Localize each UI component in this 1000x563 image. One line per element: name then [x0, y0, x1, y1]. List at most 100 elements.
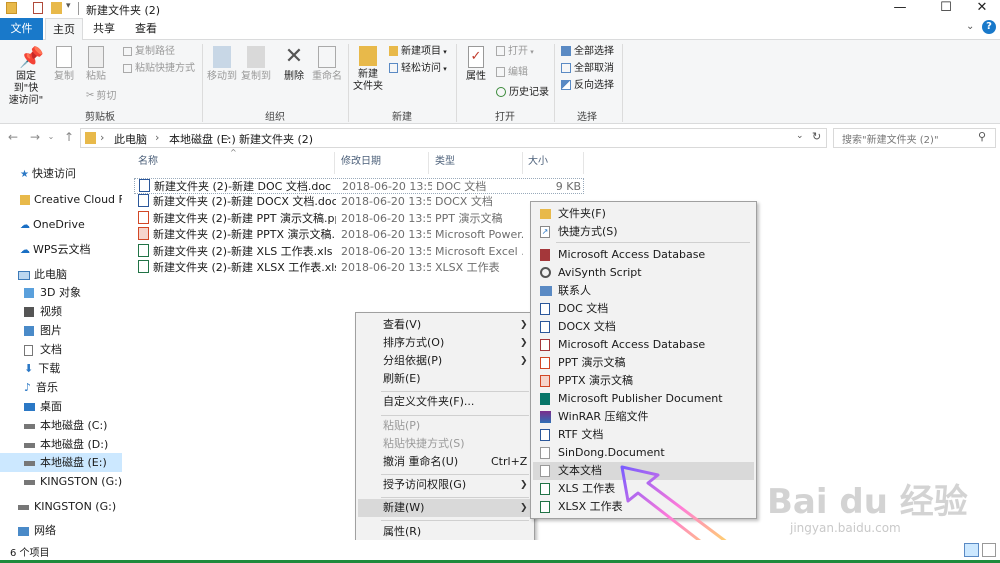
table-row[interactable]: 新建文件夹 (2)-新建 PPT 演示文稿.ppt 2018-06-20 13:…	[134, 211, 584, 227]
tab-view[interactable]: 查看	[126, 18, 166, 40]
new-menu-item-ppt[interactable]: PPT 演示文稿	[533, 354, 754, 372]
sidebar-item-drive-d[interactable]: 本地磁盘 (D:)	[0, 435, 122, 454]
pin-quick-access-button[interactable]: 📌 固定到"快 速访问"	[4, 46, 48, 107]
drive-icon	[24, 423, 35, 429]
large-icons-view-icon[interactable]	[982, 543, 996, 557]
breadcrumb-current-folder[interactable]: 新建文件夹 (2)	[239, 131, 313, 147]
sidebar-item-music[interactable]: ♪ 音乐	[0, 378, 122, 397]
sidebar-item-onedrive[interactable]: ☁ OneDrive	[0, 215, 122, 234]
edit-button[interactable]: 编辑	[496, 67, 528, 79]
menu-item-customize-folder[interactable]: 自定义文件夹(F)...	[358, 393, 532, 411]
refresh-icon[interactable]: ↻	[812, 130, 821, 143]
sidebar-item-desktop[interactable]: 桌面	[0, 397, 122, 416]
easy-access-button[interactable]: 轻松访问 ▾	[389, 63, 447, 75]
column-header-name[interactable]: 名称	[134, 152, 335, 174]
sidebar-item-network[interactable]: 网络	[0, 521, 122, 540]
sidebar-item-creative-cloud[interactable]: Creative Cloud Files	[0, 190, 122, 209]
menu-item-group[interactable]: 分组依据(P) ❯	[358, 352, 532, 370]
maximize-button[interactable]: ☐	[928, 0, 964, 17]
paste-shortcut-button[interactable]: 粘贴快捷方式	[123, 63, 195, 75]
menu-item-undo-rename[interactable]: 撤消 重命名(U) Ctrl+Z	[358, 453, 532, 471]
tab-share[interactable]: 共享	[84, 18, 124, 40]
new-folder-button[interactable]: 新建 文件夹	[352, 46, 384, 93]
select-all-label: 全部选择	[574, 46, 614, 57]
address-bar[interactable]: › 此电脑 › 本地磁盘 (E:) › 新建文件夹 (2) ⌄ ↻	[80, 128, 827, 148]
sidebar-item-this-pc[interactable]: 此电脑	[0, 265, 122, 284]
delete-button[interactable]: ✕ 删除	[280, 46, 308, 83]
history-button[interactable]: 历史记录	[496, 87, 549, 99]
paste-button[interactable]: 粘贴	[82, 46, 110, 83]
menu-item-properties[interactable]: 属性(R)	[358, 523, 532, 541]
close-button[interactable]: ✕	[964, 0, 1000, 17]
table-row[interactable]: 新建文件夹 (2)-新建 PPTX 演示文稿.pptx 2018-06-20 1…	[134, 227, 584, 243]
new-menu-item-docx[interactable]: DOCX 文档	[533, 318, 754, 336]
select-all-button[interactable]: 全部选择	[561, 46, 614, 58]
new-menu-item-publisher[interactable]: Microsoft Publisher Document	[533, 390, 754, 408]
sidebar-item-downloads[interactable]: ⬇ 下载	[0, 359, 122, 378]
copy-to-button[interactable]: 复制到	[240, 46, 272, 83]
new-folder-quick-icon[interactable]	[51, 2, 62, 14]
cube-icon	[24, 288, 34, 298]
invert-selection-button[interactable]: 反向选择	[561, 80, 614, 92]
table-row[interactable]: 新建文件夹 (2)-新建 DOCX 文档.docx 2018-06-20 13:…	[134, 194, 584, 210]
new-menu-item-avisynth[interactable]: AviSynth Script	[533, 264, 754, 282]
open-button[interactable]: 打开 ▾	[496, 46, 534, 58]
back-arrow-icon[interactable]: ←	[4, 128, 22, 146]
column-header-type[interactable]: 类型	[430, 152, 523, 174]
sidebar-item-documents[interactable]: 文档	[0, 340, 122, 359]
sidebar-item-kingston-g-root[interactable]: KINGSTON (G:)	[0, 497, 122, 516]
new-menu-item-rtf[interactable]: RTF 文档	[533, 426, 754, 444]
sidebar-item-videos[interactable]: 视频	[0, 302, 122, 321]
new-menu-item-shortcut[interactable]: ↗ 快捷方式(S)	[533, 223, 754, 241]
table-row[interactable]: 新建文件夹 (2)-新建 XLSX 工作表.xlsx 2018-06-20 13…	[134, 260, 584, 276]
menu-item-refresh[interactable]: 刷新(E)	[358, 370, 532, 388]
properties-quick-icon[interactable]	[33, 2, 43, 14]
column-header-modified[interactable]: 修改日期	[336, 152, 429, 174]
table-row[interactable]: 新建文件夹 (2)-新建 DOC 文档.doc 2018-06-20 13:50…	[134, 178, 584, 194]
column-header-size[interactable]: 大小	[524, 152, 584, 174]
drive-icon	[24, 442, 35, 448]
menu-item-paste-shortcut[interactable]: 粘贴快捷方式(S)	[358, 435, 532, 453]
up-arrow-icon[interactable]: ↑	[60, 128, 78, 146]
forward-arrow-icon[interactable]: →	[26, 128, 44, 146]
sidebar-item-wps[interactable]: ☁ WPS云文档	[0, 240, 122, 259]
ribbon-expand-icon[interactable]: ⌄	[966, 21, 974, 32]
sidebar-item-kingston-g[interactable]: KINGSTON (G:)	[0, 472, 122, 491]
menu-item-grant-access[interactable]: 授予访问权限(G) ❯	[358, 476, 532, 494]
new-menu-item-winrar[interactable]: WinRAR 压缩文件	[533, 408, 754, 426]
new-item-button[interactable]: 新建项目 ▾	[389, 46, 447, 58]
minimize-button[interactable]: —	[882, 0, 918, 17]
menu-item-paste[interactable]: 粘贴(P)	[358, 417, 532, 435]
sidebar-item-drive-c[interactable]: 本地磁盘 (C:)	[0, 416, 122, 435]
help-icon[interactable]: ?	[982, 20, 996, 34]
details-view-icon[interactable]	[964, 543, 979, 557]
new-menu-item-folder[interactable]: 文件夹(F)	[533, 205, 754, 223]
select-none-button[interactable]: 全部取消	[561, 63, 614, 75]
tab-home[interactable]: 主页	[45, 18, 83, 41]
table-row[interactable]: 新建文件夹 (2)-新建 XLS 工作表.xls 2018-06-20 13:5…	[134, 244, 584, 260]
menu-item-view[interactable]: 查看(V) ❯	[358, 316, 532, 334]
quick-access-dropdown-icon[interactable]: ▾	[66, 1, 71, 11]
properties-button[interactable]: ✓ 属性	[460, 46, 492, 83]
move-to-button[interactable]: 移动到	[206, 46, 238, 83]
rename-button[interactable]: 重命名	[311, 46, 343, 83]
copy-path-button[interactable]: 复制路径	[123, 46, 175, 58]
sidebar-item-quick-access[interactable]: ★ 快速访问	[0, 164, 122, 183]
menu-item-new[interactable]: 新建(W) ❯	[358, 499, 532, 517]
new-menu-item-access-database[interactable]: Microsoft Access Database	[533, 246, 754, 264]
sidebar-item-pictures[interactable]: 图片	[0, 321, 122, 340]
new-menu-item-doc[interactable]: DOC 文档	[533, 300, 754, 318]
cut-button[interactable]: ✂ 剪切	[86, 90, 116, 103]
sidebar-item-drive-e[interactable]: 本地磁盘 (E:)	[0, 453, 122, 472]
tab-file[interactable]: 文件	[0, 18, 43, 40]
new-menu-item-pptx[interactable]: PPTX 演示文稿	[533, 372, 754, 390]
breadcrumb-this-pc[interactable]: 此电脑	[114, 131, 147, 147]
menu-item-sort[interactable]: 排序方式(O) ❯	[358, 334, 532, 352]
address-dropdown-icon[interactable]: ⌄	[796, 131, 804, 141]
recent-locations-icon[interactable]: ⌄	[46, 128, 56, 146]
new-menu-item-contact[interactable]: 联系人	[533, 282, 754, 300]
new-menu-item-access-database-2[interactable]: Microsoft Access Database	[533, 336, 754, 354]
search-input[interactable]: 搜索"新建文件夹 (2)" ⚲	[833, 128, 996, 148]
sidebar-item-3d-objects[interactable]: 3D 对象	[0, 283, 122, 302]
copy-button[interactable]: 复制	[50, 46, 78, 83]
